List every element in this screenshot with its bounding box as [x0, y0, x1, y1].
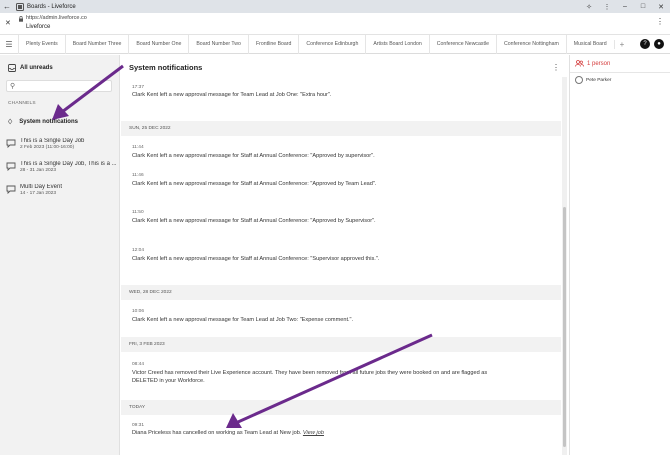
channel-item[interactable]: This is a Single Day Job 2 Feb 2023 (11:… — [0, 135, 119, 157]
tab-board[interactable]: Frontline Board — [247, 34, 298, 54]
message-text: Clark Kent left a new approval message f… — [132, 153, 375, 159]
date-separator: WED, 28 DEC 2022 — [121, 285, 561, 300]
participant-item[interactable]: Pete Parker — [575, 76, 611, 84]
all-unreads-item[interactable]: All unreads — [8, 64, 53, 72]
page-title: System notifications — [129, 63, 203, 72]
notifications-panel: System notifications ⋮ 17:37 Clark Kent … — [121, 55, 568, 455]
people-icon — [575, 60, 584, 67]
tab-board[interactable]: Musical Board — [565, 34, 614, 54]
channel-date: 28 - 31 Jan 2023 — [20, 168, 57, 173]
tab-board[interactable]: Artists Board London — [365, 34, 428, 54]
hamburger-menu-icon[interactable]: ☰ — [0, 40, 18, 49]
tab-board[interactable]: Conference Nottingham — [496, 34, 566, 54]
chat-bubble-icon — [6, 139, 16, 148]
all-unreads-label: All unreads — [20, 65, 53, 71]
message-time: 11:44 — [132, 145, 144, 150]
tab-board[interactable]: Plenty Events — [18, 34, 65, 54]
channel-date: 14 - 17 Jan 2023 — [20, 191, 57, 196]
message-text: Diana Priceless has cancelled on working… — [132, 430, 552, 438]
scrollbar[interactable] — [562, 77, 567, 455]
tab-board[interactable]: Board Number One — [128, 34, 188, 54]
close-icon[interactable]: ✕ — [5, 19, 11, 27]
bell-icon[interactable]: ● — [654, 39, 664, 49]
sidebar-item-system-notifications[interactable]: ♢ System notifications — [0, 113, 119, 131]
participants-panel: 1 person Pete Parker — [569, 55, 670, 455]
minimize-button[interactable]: – — [616, 3, 634, 10]
channel-item[interactable]: Multi Day Event 14 - 17 Jan 2023 — [0, 181, 119, 203]
window-title: Boards - Liveforce — [27, 3, 76, 10]
message-text: Clark Kent left a new approval message f… — [132, 317, 354, 323]
url-text[interactable]: https://admin.liveforce.co — [26, 15, 87, 21]
app-icon — [16, 2, 24, 11]
message-time: 11:50 — [132, 210, 144, 215]
address-bar: ✕ https://admin.liveforce.co Liveforce ⋮ — [0, 13, 670, 35]
message-text: Clark Kent left a new approval message f… — [132, 92, 332, 98]
search-input[interactable]: ⚲ — [6, 80, 112, 92]
tab-board[interactable]: Board Number Two — [188, 34, 248, 54]
avatar — [575, 76, 583, 84]
message-text: Victor Creed has removed their Live Expe… — [132, 370, 488, 384]
chat-sidebar: All unreads ⚲ CHANNELS ♢ System notifica… — [0, 55, 120, 455]
message-time: 09:31 — [132, 423, 145, 428]
site-name: Liveforce — [26, 24, 51, 30]
sidebar-item-label: System notifications — [19, 119, 78, 125]
participant-count[interactable]: 1 person — [575, 60, 610, 67]
message-time: 17:37 — [132, 85, 145, 90]
inbox-icon — [8, 64, 16, 72]
date-separator: TODAY — [121, 400, 561, 415]
message-time: 11:46 — [132, 173, 144, 178]
window-titlebar: ← Boards - Liveforce ✧ ⋮ – □ ✕ — [0, 0, 670, 13]
message-text: Clark Kent left a new approval message f… — [132, 256, 380, 262]
more-options-icon[interactable]: ⋮ — [552, 63, 560, 72]
close-window-button[interactable]: ✕ — [652, 3, 670, 11]
date-separator: SUN, 25 DEC 2022 — [121, 121, 561, 136]
notification-feed[interactable]: 17:37 Clark Kent left a new approval mes… — [121, 77, 568, 455]
channel-name: Multi Day Event — [20, 184, 63, 190]
search-icon: ⚲ — [10, 83, 16, 90]
message-time: 12:04 — [132, 248, 145, 253]
notification-bell-icon: ♢ — [7, 119, 14, 126]
message-text: Clark Kent left a new approval message f… — [132, 181, 377, 187]
view-job-link[interactable]: View job — [303, 430, 324, 436]
channel-name: This is a Single Day Job — [20, 138, 85, 144]
extensions-icon[interactable]: ✧ — [580, 3, 598, 11]
message-time: 10:06 — [132, 309, 145, 314]
help-icon[interactable]: ? — [640, 39, 650, 49]
message-body: Diana Priceless has cancelled on working… — [132, 430, 302, 436]
channel-date: 2 Feb 2023 (11:00-16:00) — [20, 145, 75, 150]
channels-heading: CHANNELS — [8, 101, 36, 106]
add-tab-icon[interactable]: + — [613, 39, 630, 49]
participant-count-label: 1 person — [587, 60, 611, 67]
more-options-icon[interactable]: ⋮ — [656, 17, 664, 26]
back-arrow-icon[interactable]: ← — [0, 2, 14, 11]
tab-board[interactable]: Conference Edinburgh — [298, 34, 365, 54]
scrollbar-thumb[interactable] — [563, 207, 566, 447]
chat-bubble-icon — [6, 162, 16, 171]
channel-item[interactable]: This is a Single Day Job, This is a ... … — [0, 158, 119, 180]
lock-icon — [19, 16, 23, 22]
channel-name: This is a Single Day Job, This is a ... — [20, 161, 117, 167]
message-text: Clark Kent left a new approval message f… — [132, 218, 376, 224]
tab-board[interactable]: Conference Newcastle — [428, 34, 496, 54]
board-tab-bar: ☰ Plenty Events Board Number Three Board… — [0, 34, 670, 54]
participant-name: Pete Parker — [586, 77, 612, 83]
tab-board[interactable]: Board Number Three — [64, 34, 129, 54]
maximize-button[interactable]: □ — [634, 3, 652, 10]
message-time: 08:44 — [132, 362, 145, 367]
menu-dots-icon[interactable]: ⋮ — [598, 3, 616, 11]
chat-bubble-icon — [6, 185, 16, 194]
divider — [570, 72, 670, 73]
date-separator: FRI, 3 FEB 2023 — [121, 337, 561, 352]
